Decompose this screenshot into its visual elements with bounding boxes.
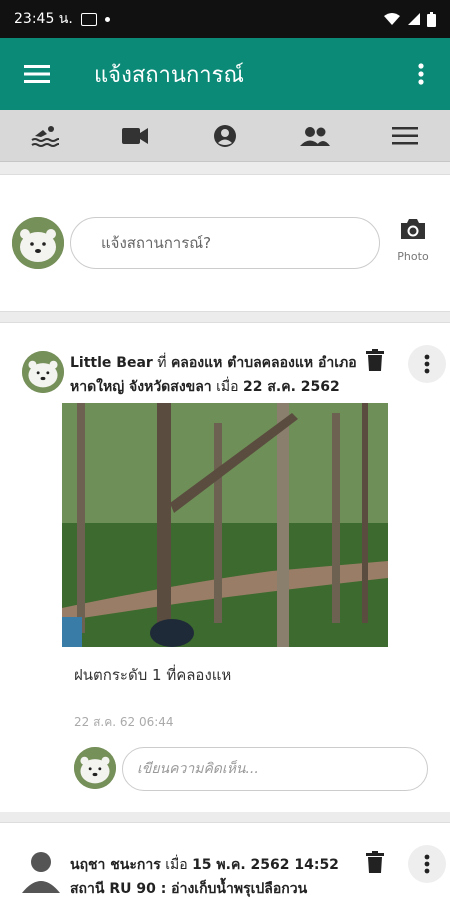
menu-icon [24, 65, 50, 83]
user-avatar[interactable] [12, 217, 64, 269]
post-author-avatar[interactable] [22, 351, 64, 393]
forest-photo-image [62, 403, 388, 647]
post-options-button[interactable] [408, 845, 446, 883]
post-card: นฤชา ชนะการ เมื่อ 15 พ.ค. 2562 14:52 สถา… [0, 822, 450, 900]
trash-icon [366, 349, 384, 371]
post-author-name[interactable]: นฤชา ชนะการ [70, 857, 161, 873]
tab-flood[interactable] [15, 110, 75, 162]
menu-icon [392, 126, 418, 144]
post-text: ฝนตกระดับ 1 ที่คลองแห [74, 666, 232, 684]
more-vert-icon [424, 354, 430, 374]
tab-bar [0, 110, 450, 162]
person-avatar-icon[interactable] [22, 851, 60, 893]
photo-label: Photo [397, 250, 429, 263]
post-header: นฤชา ชนะการ เมื่อ 15 พ.ค. 2562 14:52 สถา… [70, 853, 360, 900]
post-datetime: 15 พ.ค. 2562 14:52 [192, 857, 339, 873]
flood-swimmer-icon [31, 125, 59, 147]
polar-bear-avatar-image [12, 217, 64, 269]
videocam-icon [122, 127, 148, 144]
polar-bear-avatar-image [74, 747, 116, 789]
post-author-name[interactable]: Little Bear [70, 355, 153, 371]
post-at-word: ที่ [157, 355, 167, 371]
delete-post-button[interactable] [366, 851, 384, 877]
post-station: สถานี RU 90 : อ่างเก็บน้ำพรุเปลือกวน [70, 881, 308, 897]
wifi-icon [384, 13, 400, 25]
gallery-notification-icon [80, 12, 97, 26]
tab-video[interactable] [105, 110, 165, 162]
more-vert-icon [418, 63, 424, 85]
tab-group[interactable] [285, 110, 345, 162]
post-photo[interactable] [62, 403, 388, 647]
account-circle-icon [214, 124, 236, 147]
page-title: แจ้งสถานการณ์ [94, 62, 244, 88]
status-composer: แจ้งสถานการณ์? Photo [0, 174, 450, 312]
post-card: Little Bear ที่ คลองแห ตำบลคลองแห อำเภอห… [0, 322, 450, 812]
polar-bear-avatar-image [22, 351, 64, 393]
camera-icon [401, 219, 425, 239]
commenter-avatar [74, 747, 116, 789]
post-when-word: เมื่อ [216, 379, 239, 395]
overflow-menu-button[interactable] [392, 63, 450, 85]
app-bar: แจ้งสถานการณ์ [0, 38, 450, 110]
status-input[interactable]: แจ้งสถานการณ์? [70, 217, 380, 269]
post-when-word: เมื่อ [165, 857, 188, 873]
notification-dot-icon [104, 16, 110, 22]
delete-post-button[interactable] [366, 349, 384, 375]
post-options-button[interactable] [408, 345, 446, 383]
more-vert-icon [424, 854, 430, 874]
trash-icon [366, 851, 384, 873]
post-timestamp: 22 ส.ค. 62 06:44 [74, 715, 174, 729]
status-bar: 23:45 น. [0, 0, 450, 38]
battery-icon [427, 11, 436, 27]
comment-input[interactable]: เขียนความคิดเห็น... [122, 747, 428, 791]
hamburger-menu-button[interactable] [0, 64, 74, 84]
signal-icon [408, 13, 420, 25]
photo-button[interactable]: Photo [388, 217, 438, 263]
tab-profile[interactable] [195, 110, 255, 162]
status-time: 23:45 น. [14, 11, 73, 27]
group-icon [300, 126, 330, 146]
tab-menu[interactable] [375, 110, 435, 162]
